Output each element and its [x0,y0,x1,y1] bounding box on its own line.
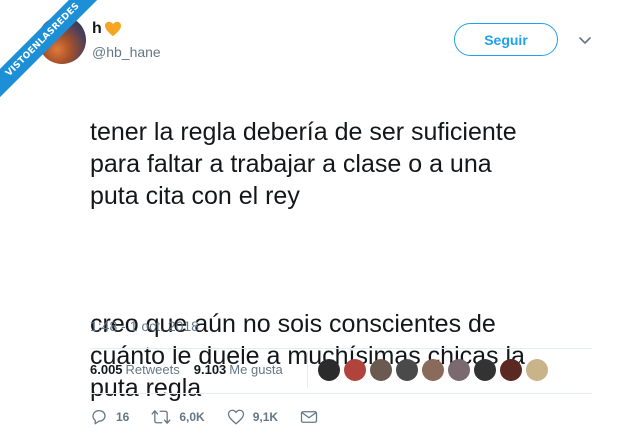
liker-avatar[interactable] [370,359,392,381]
retweets-label: Retweets [125,362,180,377]
likes-count: 9.103 [193,362,227,377]
like-count: 9,1K [252,410,279,424]
liker-avatar[interactable] [474,359,496,381]
retweet-count: 6,0K [179,410,205,424]
liker-avatar[interactable] [344,359,366,381]
heart-icon [227,409,244,425]
tweet-stats: 6.005 Retweets 9.103 Me gusta [90,362,283,377]
liker-avatar[interactable] [318,359,340,381]
reply-count: 16 [116,410,130,424]
liker-avatar[interactable] [526,359,548,381]
divider [90,393,592,394]
stats-separator [307,352,308,388]
retweets-count: 6.005 [90,362,123,377]
retweet-icon [151,410,171,424]
follow-button[interactable]: Seguir [454,23,558,56]
message-action[interactable] [300,409,326,425]
tweet-timestamp[interactable]: 1:48 - 1 oct. 2018 [90,318,199,334]
liker-avatar[interactable] [448,359,470,381]
liker-avatar[interactable] [422,359,444,381]
retweets-stat[interactable]: 6.005 Retweets [90,362,180,377]
watermark-ribbon: VISTOENLASREDES [0,0,110,110]
reply-icon [92,409,106,425]
envelope-icon [300,411,318,423]
tweet-text: tener la regla debería de ser suficiente… [90,84,610,436]
divider [90,348,592,349]
liker-avatar[interactable] [396,359,418,381]
likes-label: Me gusta [229,362,283,377]
liker-avatars [318,359,548,381]
reply-action[interactable]: 16 [90,408,129,426]
like-action[interactable]: 9,1K [227,408,278,426]
tweet-paragraph: tener la regla debería de ser suficiente… [90,118,517,210]
watermark-text: VISTOENLASREDES [0,0,110,108]
likes-stat[interactable]: 9.103 Me gusta [194,362,283,377]
retweet-action[interactable]: 6,0K [151,408,205,426]
chevron-down-icon[interactable] [578,36,592,46]
tweet-actions: 16 6,0K 9,1K [90,408,348,426]
liker-avatar[interactable] [500,359,522,381]
